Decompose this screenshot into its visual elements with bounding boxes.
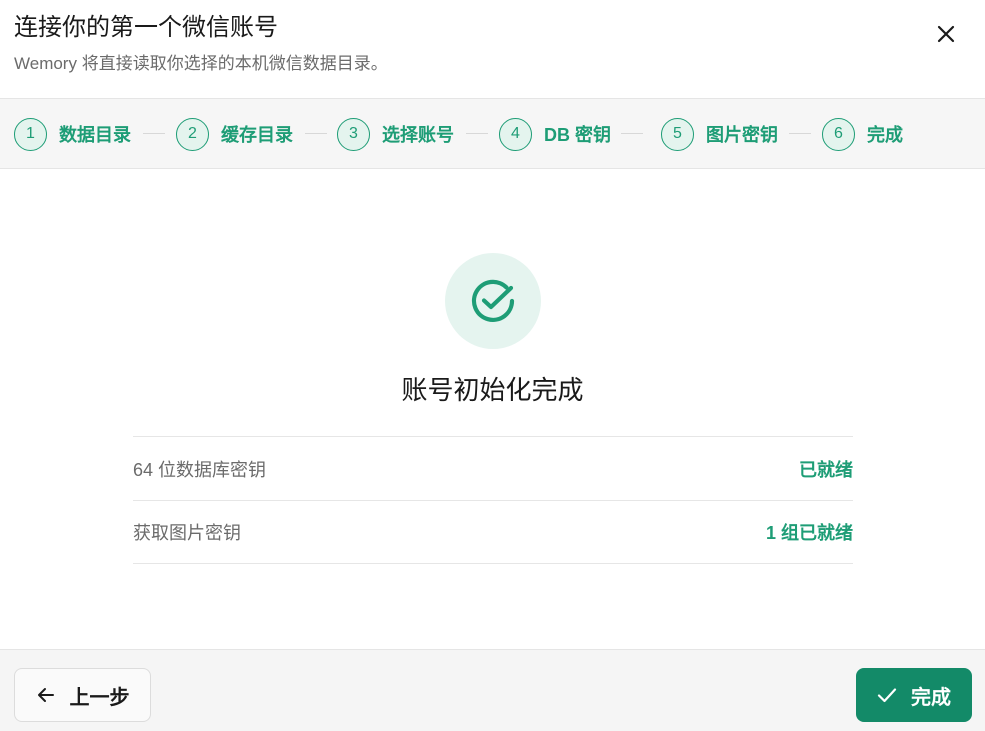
status-value: 1 组已就绪 [765, 523, 853, 543]
dialog-header: 连接你的第一个微信账号 Wemory 将直接读取你选择的本机微信数据目录。 [0, 0, 985, 98]
step-image-key[interactable]: 5 图片密钥 [661, 117, 778, 151]
step-label: 完成 [867, 125, 903, 145]
step-data-directory[interactable]: 1 数据目录 [14, 117, 131, 151]
step-select-account[interactable]: 3 选择账号 [337, 117, 454, 151]
step-number: 3 [337, 117, 370, 151]
step-label: 缓存目录 [221, 125, 293, 145]
back-button[interactable]: 上一步 [14, 668, 151, 722]
status-label: 64 位数据库密钥 [133, 459, 267, 480]
step-number: 6 [822, 117, 855, 151]
step-divider [466, 133, 488, 134]
check-circle-icon [471, 279, 515, 322]
step-label: 选择账号 [382, 125, 454, 145]
completion-title: 账号初始化完成 [401, 375, 584, 405]
step-number: 2 [176, 117, 209, 151]
step-complete[interactable]: 6 完成 [822, 117, 903, 151]
back-button-label: 上一步 [69, 686, 130, 709]
connect-account-dialog: 连接你的第一个微信账号 Wemory 将直接读取你选择的本机微信数据目录。 1 … [0, 0, 985, 731]
dialog-subtitle: Wemory 将直接读取你选择的本机微信数据目录。 [14, 54, 388, 73]
step-divider [789, 133, 811, 134]
arrow-left-icon [37, 688, 54, 702]
step-divider [143, 133, 165, 134]
finish-button[interactable]: 完成 [856, 668, 972, 722]
close-button[interactable] [930, 18, 962, 50]
step-label: DB 密钥 [544, 125, 611, 145]
status-list: 64 位数据库密钥 已就绪 获取图片密钥 1 组已就绪 [133, 436, 853, 564]
status-value: 已就绪 [799, 459, 853, 480]
status-row-image-key: 获取图片密钥 1 组已就绪 [133, 500, 853, 564]
finish-button-label: 完成 [911, 686, 951, 709]
step-number: 5 [661, 117, 694, 151]
step-divider [305, 133, 327, 134]
success-badge [445, 253, 541, 349]
step-number: 1 [14, 117, 47, 151]
step-label: 数据目录 [59, 125, 131, 145]
dialog-footer: 上一步 完成 [0, 649, 985, 731]
step-label: 图片密钥 [706, 125, 778, 145]
step-db-key[interactable]: 4 DB 密钥 [499, 117, 611, 151]
step-number: 4 [499, 117, 532, 151]
status-row-db-key: 64 位数据库密钥 已就绪 [133, 436, 853, 500]
step-cache-directory[interactable]: 2 缓存目录 [176, 117, 293, 151]
status-label: 获取图片密钥 [133, 523, 241, 543]
check-icon [877, 688, 897, 703]
step-divider [621, 133, 643, 134]
close-icon [937, 25, 955, 43]
dialog-title: 连接你的第一个微信账号 [14, 14, 278, 41]
